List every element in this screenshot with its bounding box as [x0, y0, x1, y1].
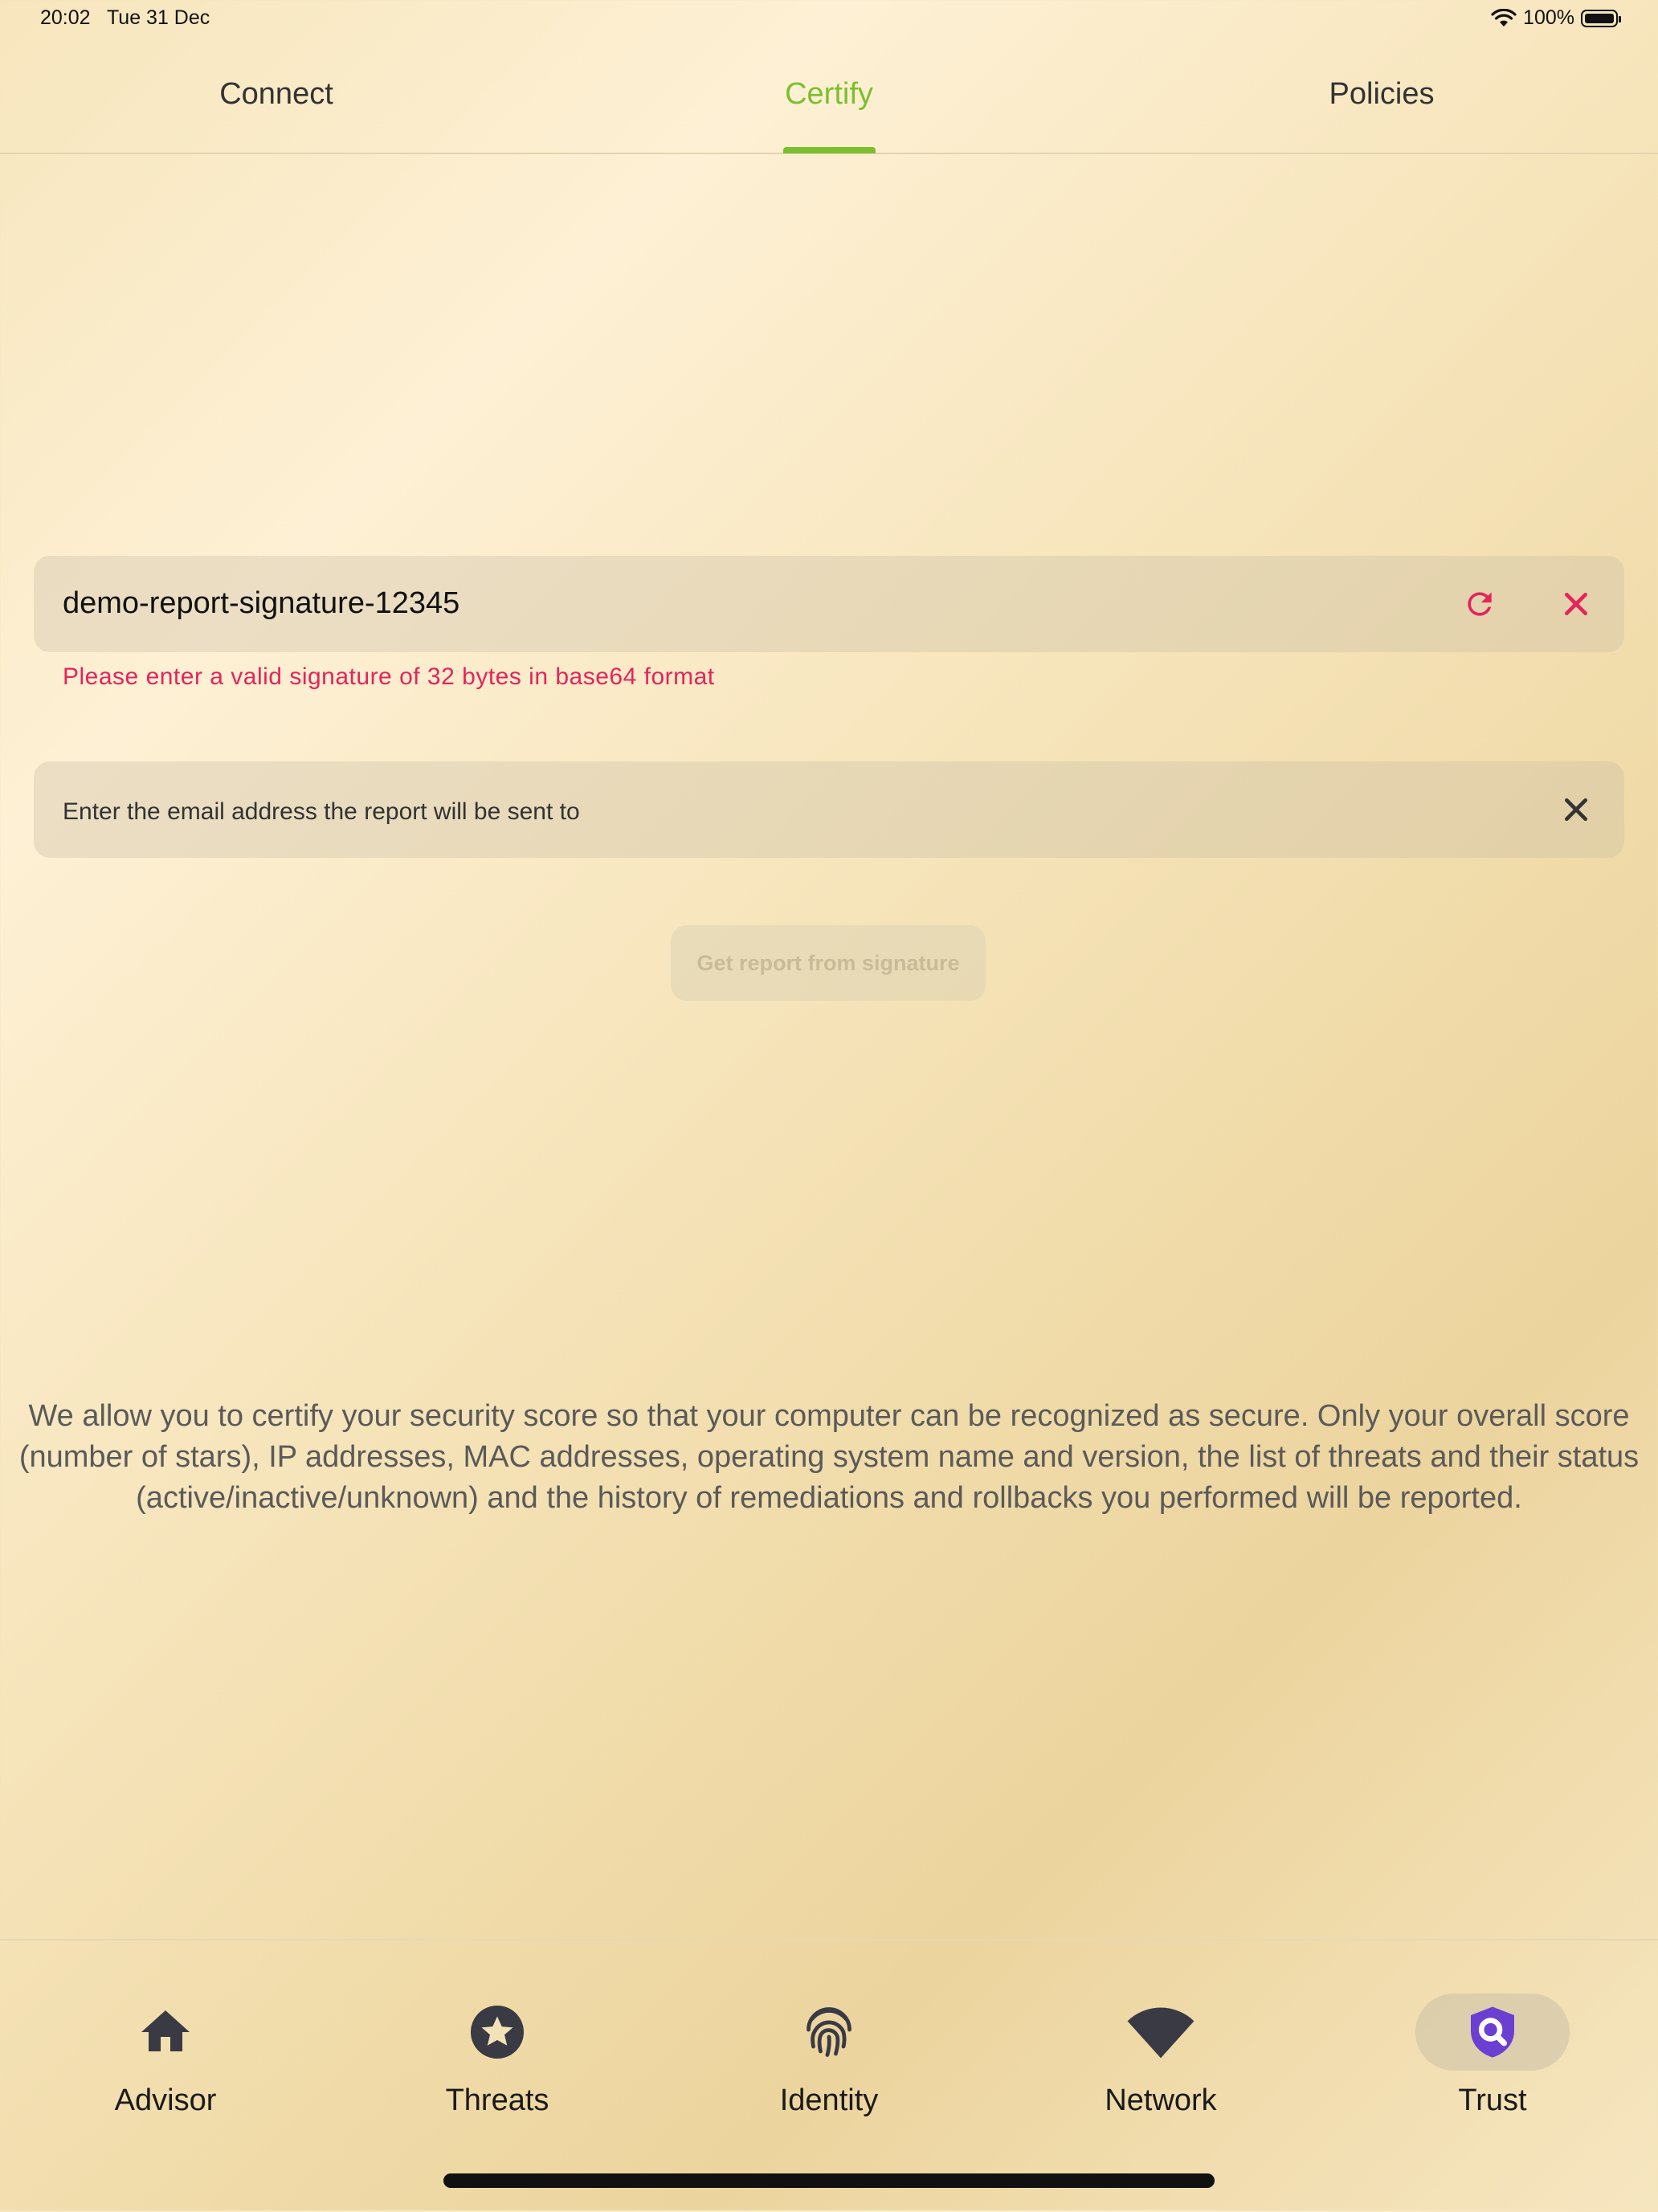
- nav-label-network: Network: [1105, 2083, 1217, 2117]
- bottom-navigation: Advisor Threats Identity Network Trust: [0, 1939, 1658, 2212]
- home-icon: [88, 1994, 243, 2071]
- email-input-placeholder[interactable]: Enter the email address the report will …: [63, 798, 580, 826]
- home-indicator[interactable]: [443, 2173, 1215, 2188]
- close-icon: [1565, 593, 1587, 615]
- nav-label-trust: Trust: [1458, 2083, 1527, 2117]
- status-bar: 20:02 Tue 31 Dec 100%: [0, 0, 1658, 39]
- signature-field[interactable]: demo-report-signature-12345: [34, 556, 1624, 652]
- fingerprint-icon: [752, 1994, 906, 2071]
- signature-error-text: Please enter a valid signature of 32 byt…: [63, 663, 715, 690]
- refresh-button[interactable]: [1456, 580, 1504, 628]
- certify-info-text: We allow you to certify your security sc…: [18, 1399, 1640, 1515]
- tab-connect[interactable]: Connect: [219, 77, 333, 112]
- battery-percent: 100%: [1523, 6, 1574, 29]
- active-tab-indicator: [783, 147, 876, 153]
- battery-icon: [1581, 9, 1621, 27]
- shield-search-icon: [1415, 1994, 1570, 2071]
- refresh-icon: [1468, 592, 1492, 616]
- nav-label-advisor: Advisor: [114, 2083, 217, 2117]
- clear-email-button[interactable]: [1552, 786, 1600, 834]
- signature-input[interactable]: demo-report-signature-12345: [63, 586, 459, 621]
- nav-label-identity: Identity: [779, 2083, 879, 2117]
- star-circle-icon: [420, 1994, 574, 2071]
- status-time: 20:02 Tue 31 Dec: [40, 6, 210, 30]
- status-date: Tue 31 Dec: [106, 6, 210, 29]
- wifi-status-icon: [1491, 8, 1517, 27]
- email-field[interactable]: Enter the email address the report will …: [34, 761, 1624, 858]
- close-icon: [1565, 798, 1587, 821]
- get-report-button[interactable]: Get report from signature: [671, 925, 986, 1001]
- tab-policies[interactable]: Policies: [1329, 77, 1435, 112]
- wifi-icon: [1084, 1994, 1238, 2071]
- status-clock: 20:02: [40, 6, 91, 29]
- nav-label-threats: Threats: [445, 2083, 549, 2117]
- status-indicators: 100%: [1491, 6, 1621, 30]
- top-tabs: Connect Certify Policies: [0, 56, 1658, 154]
- tab-certify[interactable]: Certify: [785, 77, 873, 112]
- clear-signature-button[interactable]: [1552, 580, 1600, 628]
